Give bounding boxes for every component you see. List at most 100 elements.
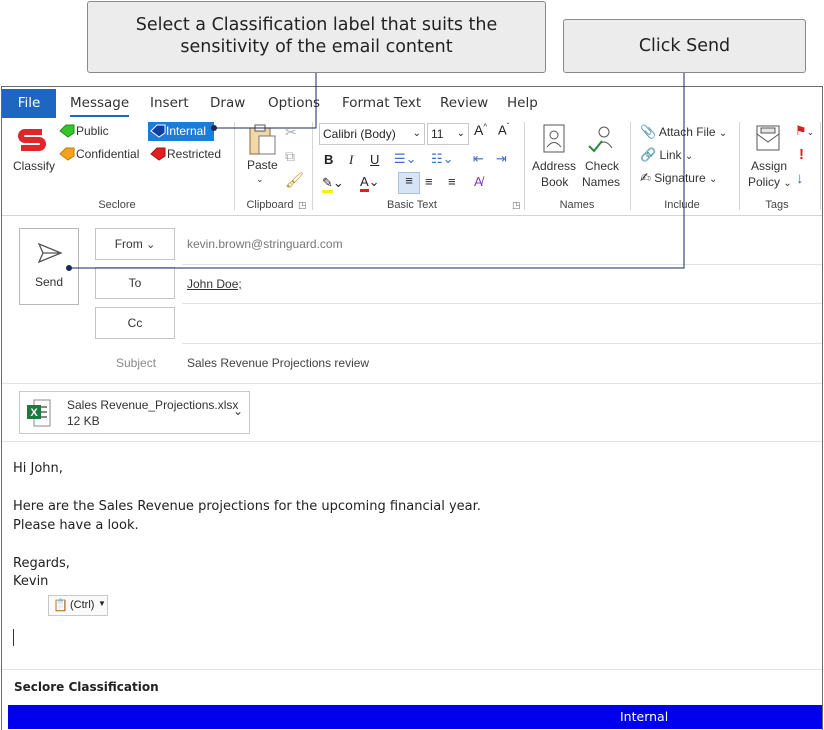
group-tags-label: Tags [765, 199, 789, 211]
subject-input[interactable]: Sales Revenue Projections review [187, 356, 369, 370]
caret-down-icon: ▼ [98, 599, 106, 608]
attach-file-button[interactable]: 📎 Attach File ⌄ [640, 124, 727, 140]
increase-indent-icon[interactable]: ⇥ [496, 151, 507, 167]
assign-policy-button[interactable]: Assign Policy ⌄ [746, 122, 792, 194]
body-line-1: Here are the Sales Revenue projections f… [13, 499, 481, 514]
font-size-select[interactable]: 11 ⌄ [427, 123, 469, 145]
font-name-select[interactable]: Calibri (Body) ⌄ [319, 123, 425, 145]
label-restricted[interactable]: Restricted [149, 147, 221, 161]
assign-policy-label-2: Policy ⌄ [748, 175, 792, 189]
label-confidential-text: Confidential [76, 147, 140, 161]
excel-file-icon: X [27, 399, 51, 427]
seclore-s-icon [18, 129, 46, 151]
tab-insert[interactable]: Insert [150, 95, 189, 111]
copy-icon[interactable]: ⧉ [285, 148, 295, 165]
attachment-card[interactable]: X Sales Revenue_Projections.xlsx 12 KB ⌄ [19, 391, 250, 434]
bold-button[interactable]: B [324, 152, 333, 167]
divider [2, 383, 822, 384]
chevron-down-icon[interactable]: ⌄ [233, 404, 243, 418]
tab-message[interactable]: Message [70, 95, 130, 117]
dialog-launcher-icon[interactable]: ◳ [298, 200, 307, 211]
send-button[interactable]: Send [19, 228, 79, 305]
tab-file[interactable]: File [2, 89, 56, 118]
classification-value: Internal [620, 709, 669, 724]
cc-input[interactable] [182, 307, 822, 343]
divider [182, 303, 822, 304]
red-tag-icon [150, 147, 166, 161]
font-name-value: Calibri (Body) [323, 127, 396, 141]
tab-format-text[interactable]: Format Text [342, 95, 421, 111]
to-button[interactable]: To [95, 267, 175, 299]
check-names-button[interactable]: Check Names [580, 122, 626, 194]
dialog-launcher-icon[interactable]: ◳ [512, 200, 521, 211]
ribbon-tabs: File Message Insert Draw Options Format … [2, 87, 822, 118]
shrink-font-icon[interactable]: Aˇ [498, 122, 509, 137]
link-button[interactable]: 🔗 Link ⌄ [640, 147, 693, 163]
ribbon: Classify Public Confidential Internal Re… [2, 118, 822, 216]
align-center-icon[interactable]: ≡ [425, 174, 433, 189]
underline-button[interactable]: U [370, 152, 379, 167]
from-button[interactable]: From ⌄ [95, 228, 175, 260]
seclore-classification-title: Seclore Classification [14, 680, 159, 694]
numbering-icon[interactable]: ☷⌄ [431, 151, 454, 167]
format-painter-icon[interactable]: 🖌 [285, 171, 304, 189]
tab-review[interactable]: Review [440, 95, 488, 111]
grow-font-icon[interactable]: A^ [474, 122, 487, 138]
paste-options-button[interactable]: 📋 (Ctrl) ▼ [48, 595, 108, 616]
attachment-size: 12 KB [67, 414, 100, 428]
label-confidential[interactable]: Confidential [58, 147, 139, 161]
orange-tag-icon [59, 147, 75, 161]
separator [630, 122, 631, 210]
check-names-label-2: Names [582, 175, 621, 189]
to-recipient[interactable]: John Doe; [187, 277, 242, 291]
from-label: From [114, 237, 143, 251]
paste-chevron-icon: ⌄ [256, 174, 264, 184]
divider [182, 343, 822, 344]
low-importance-icon[interactable]: ↓ [796, 170, 804, 187]
label-public[interactable]: Public [58, 124, 109, 138]
classify-button[interactable]: Classify [10, 124, 55, 174]
font-color-icon[interactable]: A⌄ [360, 174, 380, 192]
label-internal[interactable]: Internal [148, 122, 214, 141]
separator [820, 122, 821, 210]
from-value: kevin.brown@stringuard.com [187, 237, 343, 251]
address-book-label-1: Address [532, 159, 577, 173]
message-body[interactable]: Hi John, Here are the Sales Revenue proj… [2, 443, 822, 667]
tab-help[interactable]: Help [507, 95, 538, 111]
high-importance-icon[interactable]: ! [799, 146, 804, 163]
align-left-icon[interactable]: ≡ [398, 172, 420, 194]
signature-label: Signature [654, 171, 706, 185]
chevron-down-icon: ⌄ [684, 151, 694, 162]
group-include-label: Include [664, 199, 700, 211]
paperclip-icon: 📎 [640, 124, 657, 139]
assign-policy-label-1: Assign [751, 159, 788, 173]
body-regards: Regards, [13, 556, 70, 571]
text-cursor [13, 629, 14, 646]
highlight-icon[interactable]: ✎⌄ [322, 175, 344, 193]
cc-button[interactable]: Cc [95, 307, 175, 339]
cut-icon[interactable]: ✂ [285, 124, 297, 141]
chevron-down-icon: ⌄ [412, 128, 421, 139]
attachment-name: Sales Revenue_Projections.xlsx [67, 398, 239, 412]
align-right-icon[interactable]: ≡ [448, 174, 456, 189]
signature-icon: ✍ [640, 170, 651, 185]
clear-formatting-icon[interactable]: A̸ [474, 174, 483, 189]
tab-draw[interactable]: Draw [210, 95, 245, 111]
classification-callout: Select a Classification label that suits… [87, 1, 546, 73]
separator [312, 122, 313, 210]
group-basic-text-label: Basic Text [387, 199, 437, 211]
body-line-2: Please have a look. [13, 518, 139, 533]
link-icon: 🔗 [640, 147, 657, 162]
signature-button[interactable]: ✍ Signature ⌄ [640, 170, 717, 186]
policy-envelope-icon [756, 125, 780, 151]
bullets-icon[interactable]: ☰⌄ [394, 151, 417, 167]
address-book-button[interactable]: Address Book [530, 122, 580, 194]
decrease-indent-icon[interactable]: ⇤ [473, 151, 484, 167]
paste-button[interactable]: Paste ⌄ [242, 122, 280, 188]
flag-icon[interactable]: ⚑⌄ [795, 123, 814, 139]
tab-options[interactable]: Options [268, 95, 320, 111]
callout-line-2: sensitivity of the email content [180, 37, 453, 57]
send-label: Send [35, 275, 64, 289]
italic-button[interactable]: I [349, 152, 353, 168]
group-seclore-label: Seclore [98, 199, 136, 211]
